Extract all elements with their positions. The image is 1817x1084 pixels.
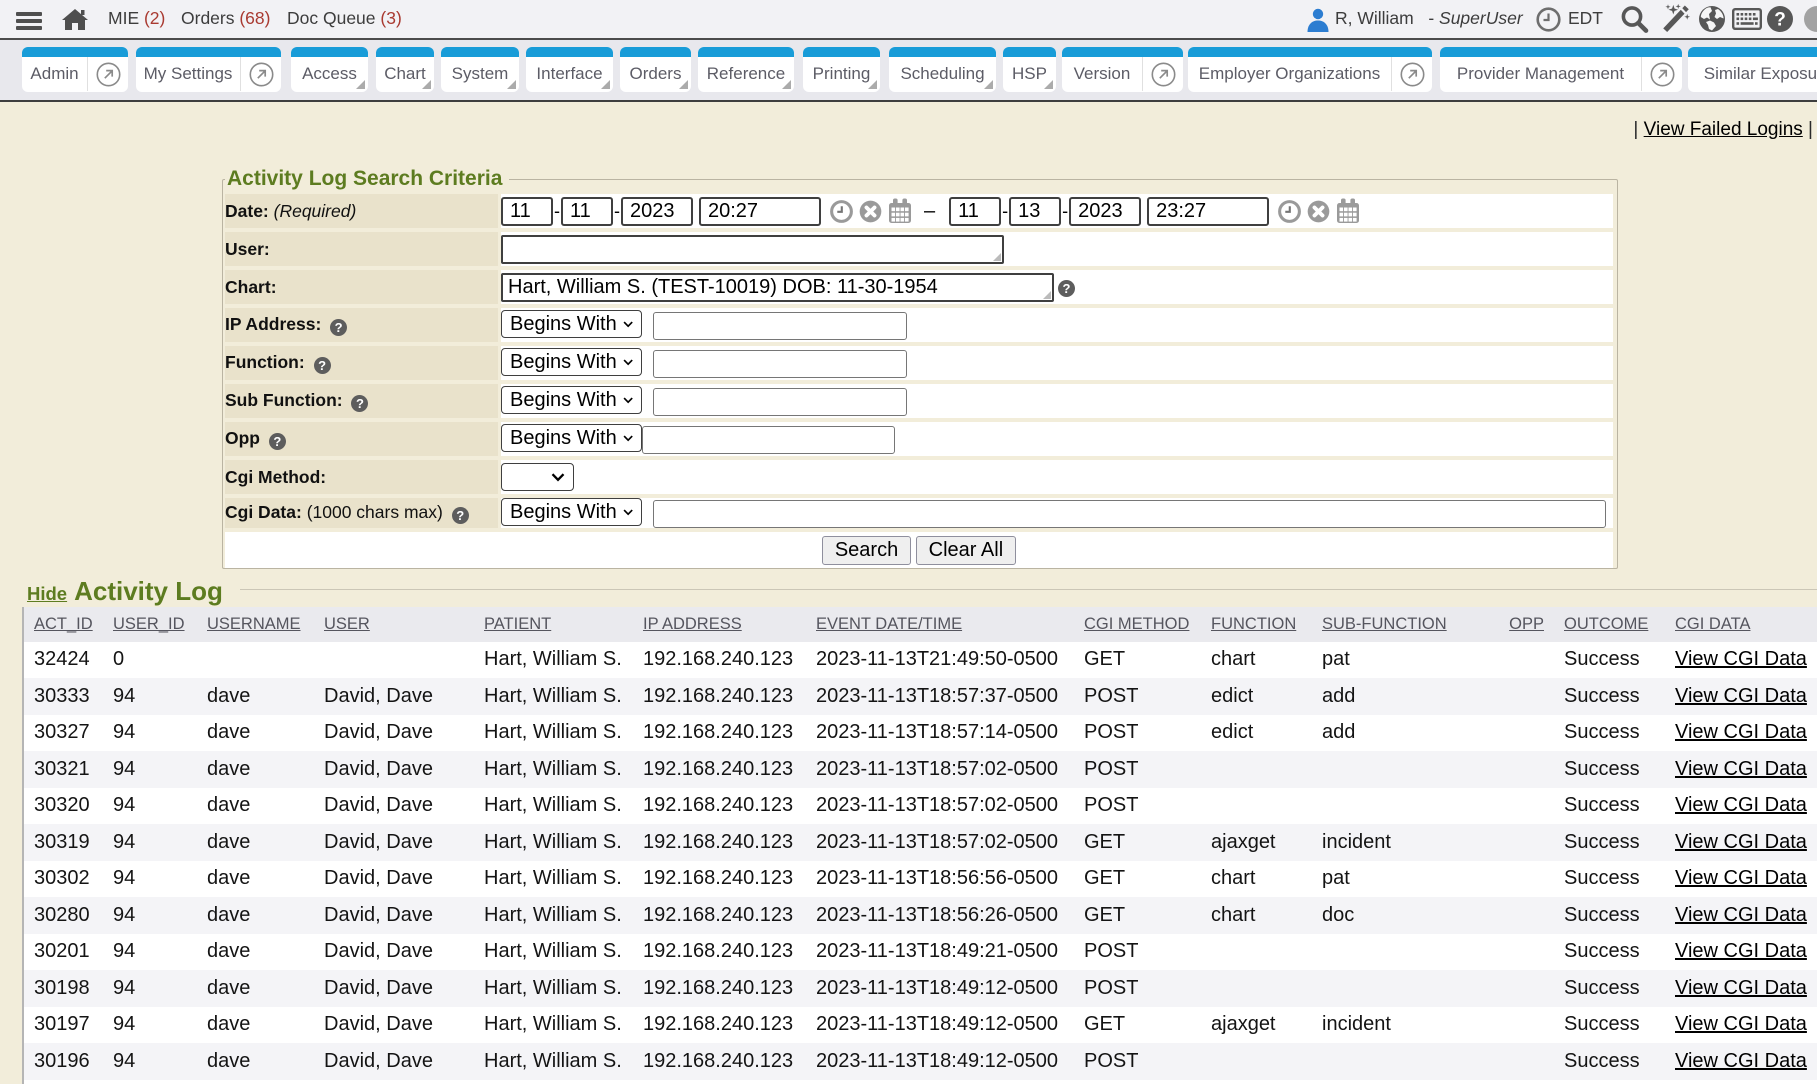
svg-text:?: ? <box>1774 10 1786 31</box>
